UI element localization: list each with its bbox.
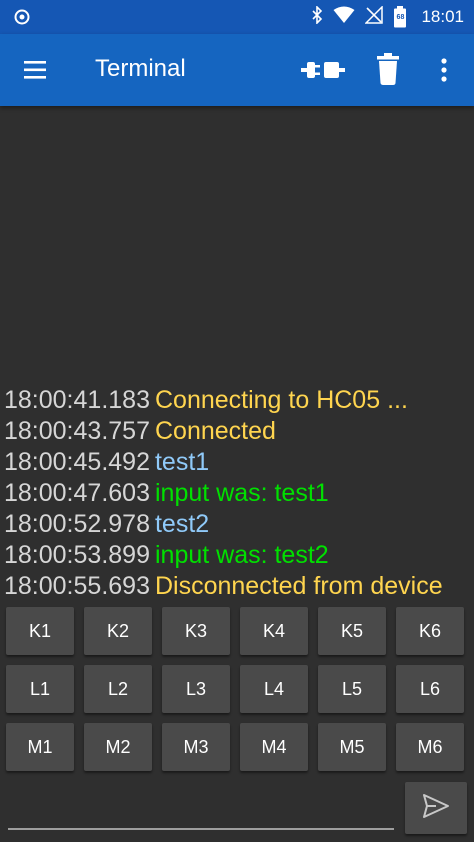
macro-button-k1[interactable]: K1 bbox=[6, 607, 74, 655]
macro-button-l6[interactable]: L6 bbox=[396, 665, 464, 713]
button-row: K1 K2 K3 K4 K5 K6 bbox=[6, 607, 464, 655]
message-input[interactable] bbox=[8, 790, 398, 828]
delete-icon[interactable] bbox=[374, 52, 402, 86]
line-timestamp: 18:00:53.899 bbox=[4, 541, 150, 569]
more-vert-icon[interactable] bbox=[434, 54, 454, 86]
line-message-sent: test2 bbox=[154, 510, 210, 538]
button-row: L1 L2 L3 L4 L5 L6 bbox=[6, 665, 464, 713]
terminal-line: 18:00:45.492 test1 bbox=[4, 447, 474, 478]
status-bar: 68 18:01 bbox=[0, 0, 474, 34]
macro-button-m1[interactable]: M1 bbox=[6, 723, 74, 771]
macro-button-k5[interactable]: K5 bbox=[318, 607, 386, 655]
menu-icon[interactable] bbox=[20, 56, 54, 84]
line-timestamp: 18:00:47.603 bbox=[4, 479, 150, 507]
macro-button-l3[interactable]: L3 bbox=[162, 665, 230, 713]
macro-button-k4[interactable]: K4 bbox=[240, 607, 308, 655]
macro-button-l5[interactable]: L5 bbox=[318, 665, 386, 713]
line-message-received: input was: test1 bbox=[154, 479, 329, 507]
line-timestamp: 18:00:45.492 bbox=[4, 448, 150, 476]
bluetooth-icon bbox=[311, 4, 323, 29]
wifi-icon bbox=[333, 6, 355, 29]
line-message-status: Connected bbox=[154, 417, 276, 445]
line-timestamp: 18:00:41.183 bbox=[4, 386, 150, 414]
macro-button-m4[interactable]: M4 bbox=[240, 723, 308, 771]
terminal-line: 18:00:47.603 input was: test1 bbox=[4, 478, 474, 509]
app-bar: Terminal bbox=[0, 34, 474, 106]
clock: 18:01 bbox=[421, 7, 464, 26]
radio-icon bbox=[14, 9, 30, 25]
terminal-line: 18:00:41.183 Connecting to HC05 ... bbox=[4, 385, 474, 416]
macro-button-m6[interactable]: M6 bbox=[396, 723, 464, 771]
line-timestamp: 18:00:52.978 bbox=[4, 510, 150, 538]
line-message-status: Connecting to HC05 ... bbox=[154, 386, 408, 414]
macro-button-k2[interactable]: K2 bbox=[84, 607, 152, 655]
input-underline bbox=[8, 828, 394, 830]
macro-button-l4[interactable]: L4 bbox=[240, 665, 308, 713]
send-button[interactable] bbox=[405, 782, 467, 834]
connect-icon[interactable] bbox=[300, 54, 346, 86]
no-signal-icon bbox=[364, 4, 384, 29]
terminal-line: 18:00:55.693 Disconnected from device bbox=[4, 571, 474, 602]
send-icon bbox=[422, 793, 450, 824]
battery-icon: 68 bbox=[393, 6, 407, 28]
line-message-status: Disconnected from device bbox=[154, 572, 443, 600]
terminal-line: 18:00:43.757 Connected bbox=[4, 416, 474, 447]
line-timestamp: 18:00:43.757 bbox=[4, 417, 150, 445]
line-timestamp: 18:00:55.693 bbox=[4, 572, 150, 600]
terminal-line: 18:00:53.899 input was: test2 bbox=[4, 540, 474, 571]
line-message-received: input was: test2 bbox=[154, 541, 329, 569]
macro-button-m3[interactable]: M3 bbox=[162, 723, 230, 771]
macro-button-k6[interactable]: K6 bbox=[396, 607, 464, 655]
macro-button-l2[interactable]: L2 bbox=[84, 665, 152, 713]
battery-level: 68 bbox=[396, 14, 405, 21]
line-message-sent: test1 bbox=[154, 448, 210, 476]
page-title: Terminal bbox=[95, 55, 186, 82]
terminal-line: 18:00:52.978 test2 bbox=[4, 509, 474, 540]
macro-button-l1[interactable]: L1 bbox=[6, 665, 74, 713]
button-row: M1 M2 M3 M4 M5 M6 bbox=[6, 723, 464, 771]
terminal-lines: 18:00:41.183 Connecting to HC05 ... 18:00:… bbox=[4, 385, 474, 602]
macro-button-k3[interactable]: K3 bbox=[162, 607, 230, 655]
macro-button-m5[interactable]: M5 bbox=[318, 723, 386, 771]
macro-button-m2[interactable]: M2 bbox=[84, 723, 152, 771]
macro-buttons: K1 K2 K3 K4 K5 K6 L1 L2 L3 L4 L5 L6 M1 M2 M3 M4 M5 M6 bbox=[6, 607, 464, 781]
terminal-output[interactable]: 18:00:41.183 Connecting to HC05 ... 18:00:… bbox=[0, 106, 474, 602]
